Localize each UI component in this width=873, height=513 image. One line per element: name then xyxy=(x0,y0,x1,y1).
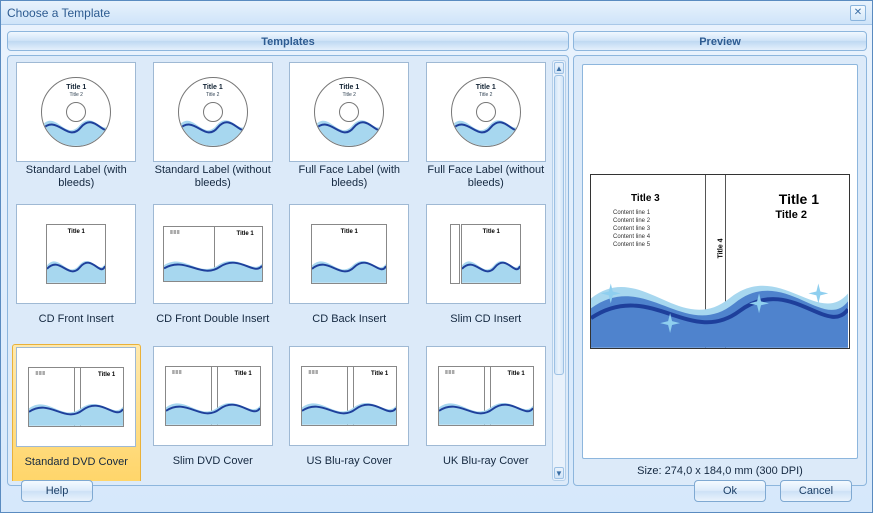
disc-icon: Title 1 Title 2 xyxy=(41,77,111,147)
wave-icon xyxy=(166,390,260,425)
cancel-button[interactable]: Cancel xyxy=(780,480,852,502)
template-label: Standard Label (without bleeds) xyxy=(151,164,276,190)
template-label: Standard DVD Cover xyxy=(25,449,128,475)
template-label: CD Back Insert xyxy=(312,306,386,332)
template-label: UK Blu-ray Cover xyxy=(443,448,529,474)
template-label: Full Face Label (without bleeds) xyxy=(424,164,549,190)
content-line: Content line 1 xyxy=(613,209,650,217)
templates-grid: Title 1 Title 2 Standard Label (with ble… xyxy=(12,60,550,481)
preview-content-lines: Content line 1Content line 2Content line… xyxy=(613,209,650,249)
dialog-title: Choose a Template xyxy=(7,6,110,20)
template-item[interactable]: Title 1≣≣≣ Slim DVD Cover xyxy=(149,344,278,481)
ok-button[interactable]: Ok xyxy=(694,480,766,502)
template-item[interactable]: Title 1 Title 2 Full Face Label (with bl… xyxy=(285,60,414,200)
template-thumbnail: Title 1 xyxy=(426,204,546,304)
template-thumbnail: Title 1 Title 2 xyxy=(289,62,409,162)
template-label: CD Front Double Insert xyxy=(156,306,269,332)
template-thumbnail: Title 1 Title 2 xyxy=(426,62,546,162)
wave-icon xyxy=(42,105,110,146)
preview-panel: Preview Title 3 Content line 1Content li… xyxy=(573,31,867,486)
template-item[interactable]: Title 1≣≣≣ UK Blu-ray Cover xyxy=(422,344,551,481)
wave-icon xyxy=(302,390,396,425)
disc-icon: Title 1 Title 2 xyxy=(314,77,384,147)
cover-icon: Title 1 xyxy=(311,224,387,284)
template-label: Standard Label (with bleeds) xyxy=(14,164,139,190)
template-thumbnail: Title 1≣≣≣ xyxy=(426,346,546,446)
preview-title1: Title 1 xyxy=(779,191,819,207)
scroll-thumb[interactable] xyxy=(554,75,564,375)
template-label: Slim CD Insert xyxy=(450,306,521,332)
preview-image: Title 3 Content line 1Content line 2Cont… xyxy=(582,64,858,459)
wave-icon xyxy=(47,248,105,283)
template-item[interactable]: Title 1≣≣≣ Standard DVD Cover xyxy=(12,344,141,481)
template-thumbnail: Title 1 xyxy=(289,204,409,304)
scroll-up-button[interactable]: ▲ xyxy=(554,62,564,74)
templates-grid-container: Title 1 Title 2 Standard Label (with ble… xyxy=(7,55,569,486)
preview-inner: Title 3 Content line 1Content line 2Cont… xyxy=(573,55,867,486)
content-line: Content line 4 xyxy=(613,233,650,241)
wave-icon xyxy=(312,248,386,283)
template-item[interactable]: Title 1 Title 2 Standard Label (without … xyxy=(149,60,278,200)
cover-icon: Title 1≣≣≣ xyxy=(165,366,261,426)
cover-icon: Title 1 xyxy=(461,224,521,284)
template-thumbnail: Title 1 Title 2 xyxy=(16,62,136,162)
template-item[interactable]: Title 1≣≣≣ CD Front Double Insert xyxy=(149,202,278,342)
close-button[interactable]: ✕ xyxy=(850,5,866,21)
dialog-body: Templates Title 1 Title 2 Standard Label… xyxy=(1,25,872,512)
close-icon: ✕ xyxy=(854,7,862,18)
dialog-window: Choose a Template ✕ Templates Title 1 Ti… xyxy=(0,0,873,513)
cover-icon: Title 1≣≣≣ xyxy=(438,366,534,426)
template-thumbnail: Title 1≣≣≣ xyxy=(153,346,273,446)
template-item[interactable]: Title 1 CD Back Insert xyxy=(285,202,414,342)
template-item[interactable]: Title 1 Title 2 Standard Label (with ble… xyxy=(12,60,141,200)
slim-icon: Title 1 xyxy=(450,224,521,284)
template-item[interactable]: Title 1 CD Front Insert xyxy=(12,202,141,342)
templates-header: Templates xyxy=(7,31,569,51)
wave-icon xyxy=(462,248,520,283)
template-thumbnail: Title 1≣≣≣ xyxy=(16,347,136,447)
template-item[interactable]: Title 1≣≣≣ US Blu-ray Cover xyxy=(285,344,414,481)
preview-size-text: Size: 274,0 x 184,0 mm (300 DPI) xyxy=(582,459,858,477)
cover-icon: Title 1 xyxy=(46,224,106,284)
template-item[interactable]: Title 1 Title 2 Full Face Label (without… xyxy=(422,60,551,200)
footer: Help Ok Cancel xyxy=(7,476,866,506)
preview-title2: Title 2 xyxy=(775,209,807,221)
wave-icon xyxy=(29,391,123,426)
template-label: CD Front Insert xyxy=(39,306,114,332)
template-label: Slim DVD Cover xyxy=(173,448,253,474)
cover-icon: Title 1≣≣≣ xyxy=(301,366,397,426)
content-line: Content line 3 xyxy=(613,225,650,233)
template-thumbnail: Title 1≣≣≣ xyxy=(289,346,409,446)
cover-icon: Title 1≣≣≣ xyxy=(163,226,263,282)
titlebar: Choose a Template ✕ xyxy=(1,1,872,25)
wave-icon xyxy=(452,105,520,146)
wave-icon xyxy=(439,390,533,425)
wave-icon xyxy=(164,249,262,281)
scrollbar[interactable]: ▲ ▼ xyxy=(552,60,566,481)
template-item[interactable]: Title 1 Slim CD Insert xyxy=(422,202,551,342)
wave-icon xyxy=(591,244,848,348)
disc-icon: Title 1 Title 2 xyxy=(451,77,521,147)
preview-cover: Title 3 Content line 1Content line 2Cont… xyxy=(590,174,850,349)
template-thumbnail: Title 1 Title 2 xyxy=(153,62,273,162)
wave-icon xyxy=(315,105,383,146)
cover-icon: Title 1≣≣≣ xyxy=(28,367,124,427)
template-label: US Blu-ray Cover xyxy=(306,448,392,474)
templates-panel: Templates Title 1 Title 2 Standard Label… xyxy=(7,31,569,486)
template-label: Full Face Label (with bleeds) xyxy=(287,164,412,190)
help-button[interactable]: Help xyxy=(21,480,93,502)
wave-icon xyxy=(179,105,247,146)
template-thumbnail: Title 1 xyxy=(16,204,136,304)
preview-title3: Title 3 xyxy=(631,193,660,204)
template-thumbnail: Title 1≣≣≣ xyxy=(153,204,273,304)
content-line: Content line 2 xyxy=(613,217,650,225)
preview-header: Preview xyxy=(573,31,867,51)
disc-icon: Title 1 Title 2 xyxy=(178,77,248,147)
